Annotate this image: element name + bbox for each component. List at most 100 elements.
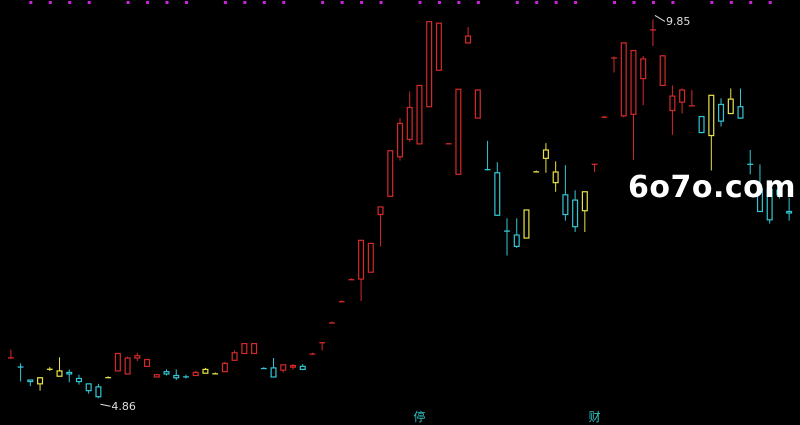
candle-body	[319, 342, 326, 344]
top-dot	[184, 1, 188, 4]
candle-body	[309, 353, 316, 355]
candle-body	[289, 365, 297, 368]
candle-body	[406, 106, 413, 140]
candle-body	[212, 373, 219, 375]
candle	[737, 88, 744, 119]
candle	[513, 218, 520, 248]
candle-body	[737, 106, 744, 119]
candle	[572, 190, 579, 232]
candle	[465, 26, 472, 44]
candle	[66, 369, 73, 383]
candle	[679, 88, 686, 114]
candle-body	[650, 29, 656, 31]
candle-body	[465, 35, 472, 44]
top-dot	[768, 1, 772, 4]
candle	[455, 88, 462, 175]
candle	[348, 278, 355, 281]
candle-body	[37, 377, 44, 385]
candle-body	[221, 362, 228, 373]
top-dot	[671, 1, 675, 4]
candle	[124, 356, 131, 375]
top-dot	[29, 1, 33, 4]
candle-body	[338, 301, 345, 303]
candle	[659, 55, 666, 87]
candle	[494, 162, 501, 217]
candle-body	[494, 172, 501, 216]
top-dot	[321, 1, 325, 4]
watermark-text: 6o7o.com	[628, 170, 797, 205]
candle	[523, 209, 530, 239]
candle-body	[786, 210, 793, 214]
candle	[56, 357, 63, 377]
candle	[280, 364, 287, 373]
candle-body	[153, 374, 160, 378]
candlestick-chart	[7, 1, 793, 407]
candle	[251, 342, 258, 355]
candle	[221, 361, 228, 373]
candle	[688, 90, 695, 107]
top-dot	[515, 1, 519, 4]
candle	[367, 242, 374, 273]
candle-body	[611, 57, 617, 59]
candle	[95, 383, 102, 399]
candle	[309, 352, 316, 355]
candle-body	[747, 163, 754, 165]
candle-body	[27, 379, 34, 383]
candle	[319, 342, 326, 351]
candle-body	[46, 368, 53, 370]
annotation-arrow	[654, 14, 666, 22]
candle	[611, 56, 617, 73]
top-dot	[360, 1, 364, 4]
candle-body	[387, 150, 394, 197]
top-dot	[651, 1, 655, 4]
candle	[435, 22, 442, 71]
candle-body	[280, 364, 287, 371]
annotation-arrow	[100, 403, 111, 407]
candle	[358, 239, 365, 302]
top-dot	[418, 1, 422, 4]
candle-body	[144, 358, 151, 367]
candle	[46, 367, 53, 371]
candle-body	[708, 94, 715, 137]
top-dot	[223, 1, 227, 4]
candle-body	[241, 342, 248, 355]
event-marker: 停	[413, 410, 426, 424]
candle-body	[679, 89, 686, 103]
candle-body	[698, 115, 705, 134]
candle	[377, 206, 384, 247]
candle-body	[173, 374, 180, 379]
candle	[581, 191, 588, 232]
candle-body	[367, 242, 374, 273]
candle-body	[377, 206, 384, 216]
candle-body	[572, 199, 579, 228]
candle	[85, 383, 92, 394]
candle	[105, 376, 112, 379]
price-annotation: 4.86	[111, 400, 136, 414]
candle	[134, 352, 141, 362]
candle-body	[95, 386, 102, 398]
candle-body	[504, 230, 510, 232]
candle-body	[426, 21, 433, 108]
candle	[718, 98, 725, 127]
candle-body	[533, 171, 540, 173]
candle-body	[474, 89, 481, 119]
candle-body	[552, 171, 559, 184]
candle-body	[7, 357, 14, 359]
candle	[552, 161, 559, 192]
top-dot	[710, 1, 714, 4]
candle-body	[56, 370, 63, 377]
candle	[144, 358, 151, 367]
candle	[7, 349, 14, 359]
top-dot	[729, 1, 733, 4]
candle	[542, 143, 549, 173]
candle	[650, 19, 656, 46]
candle	[387, 150, 394, 197]
candle-body	[251, 342, 258, 355]
candle	[601, 115, 608, 118]
candle	[669, 85, 676, 135]
candle	[474, 89, 481, 119]
candle-body	[105, 377, 112, 379]
candle-body	[727, 98, 734, 115]
event-marker: 财	[588, 410, 601, 424]
candle-body	[66, 371, 73, 375]
